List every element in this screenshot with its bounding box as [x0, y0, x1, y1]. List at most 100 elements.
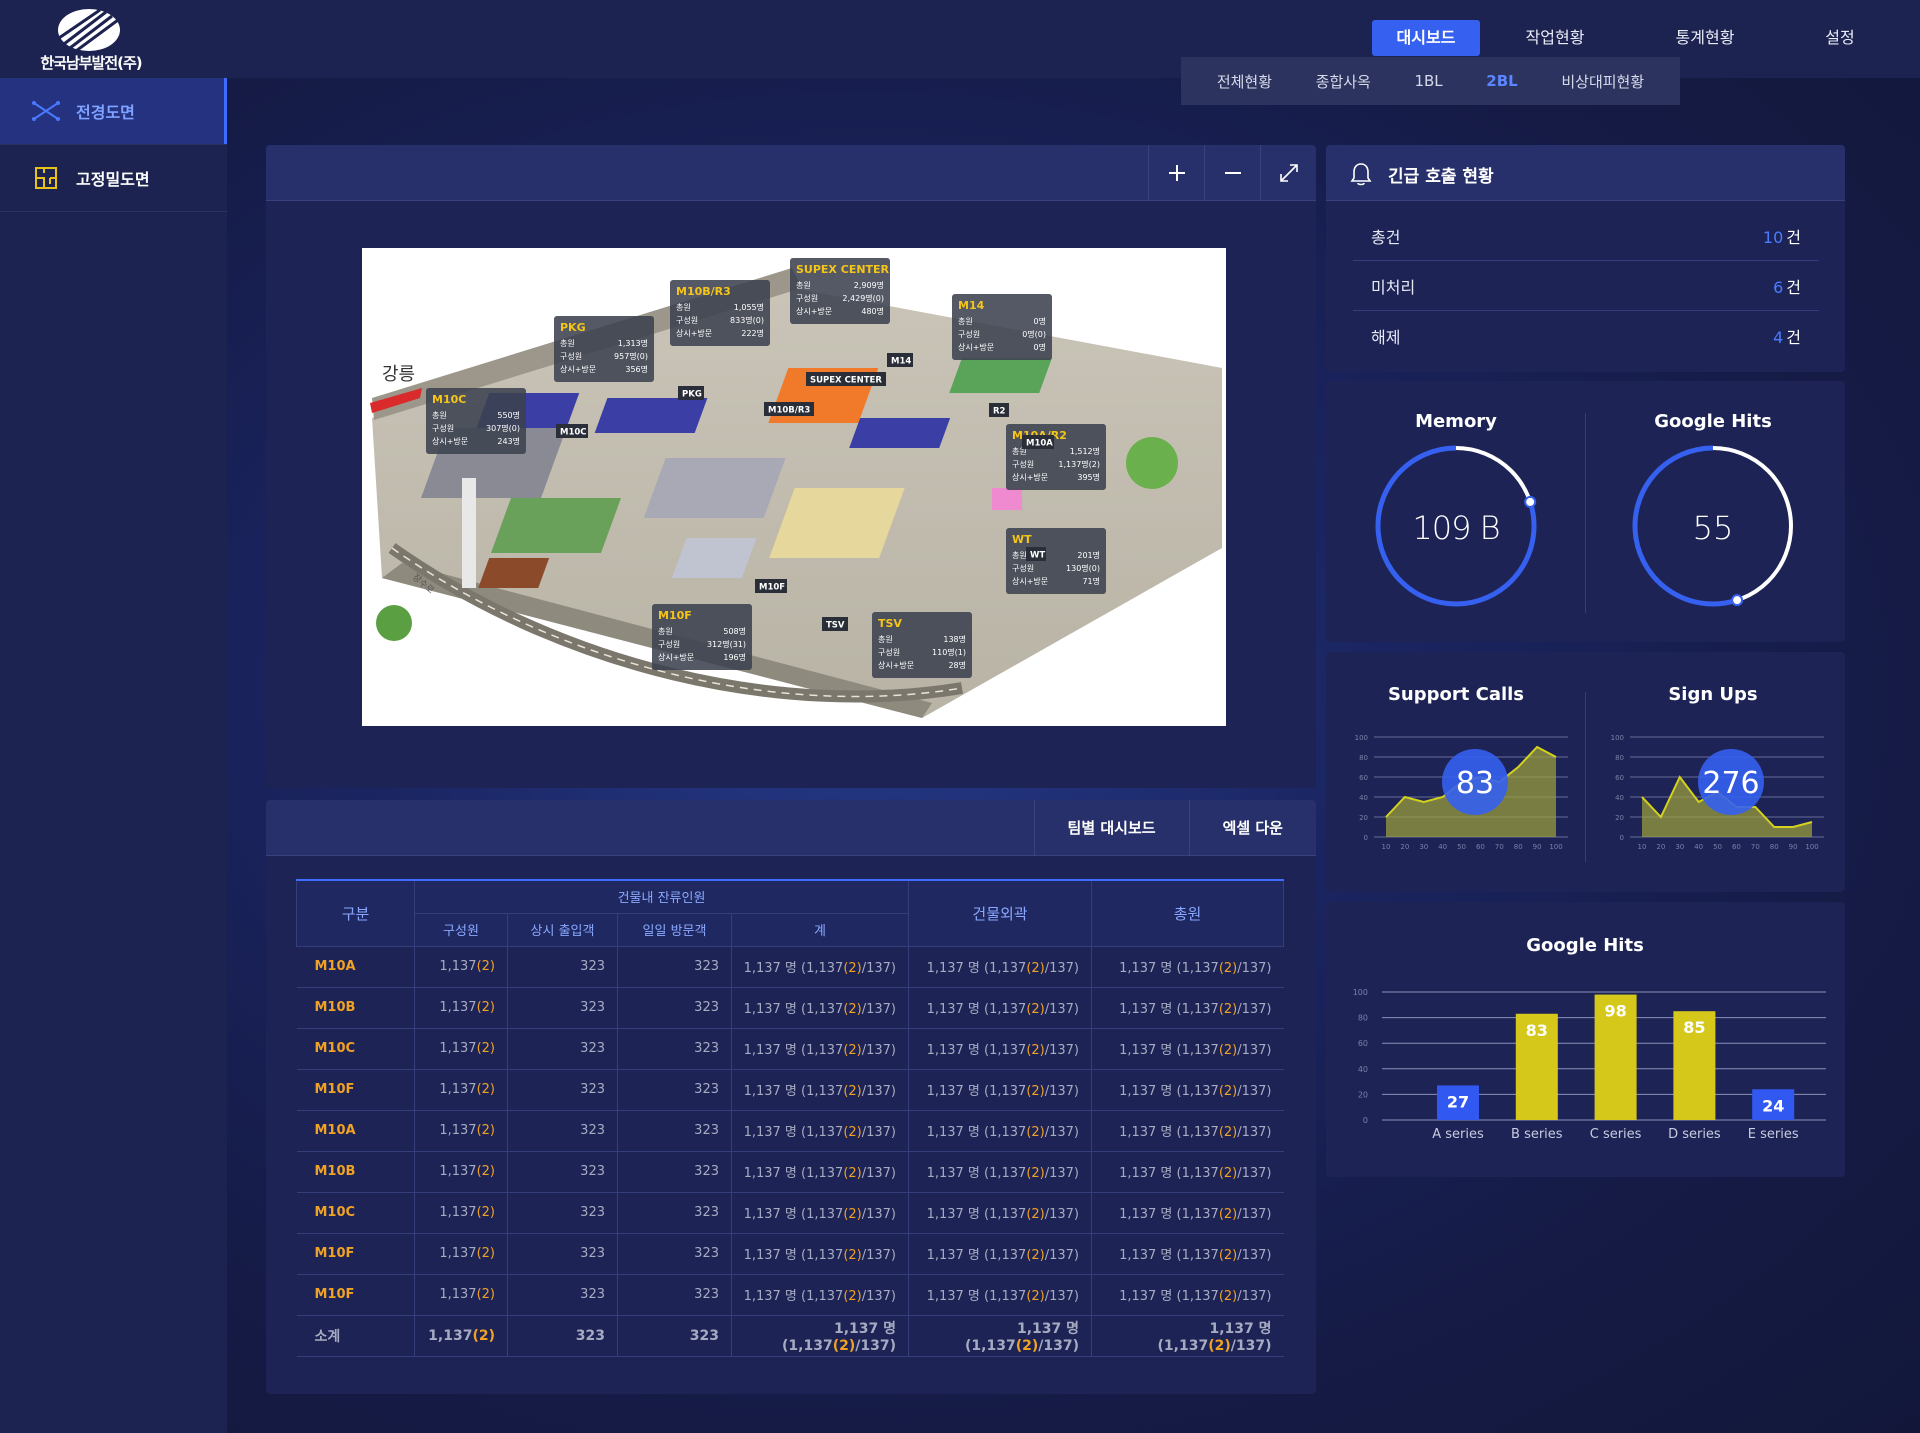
x-tick-label: 20	[1656, 843, 1665, 851]
chart-title: Google Hits	[1526, 935, 1644, 956]
callout-4[interactable]: M14총원 0명구성원 0명(0)상시+방문 0명	[952, 294, 1052, 360]
table-row[interactable]: M10F 1,137(2) 323 323 1,137 명 (1,137(2)/137)…	[296, 1274, 1284, 1316]
building-tag-2[interactable]: M10B/R3	[764, 402, 814, 416]
cell-value: 1,137 명 (1,137	[926, 1207, 1027, 1222]
callout-2[interactable]: M10B/R3 총원 1,055명구성원 833명(0) 상시+방문 222명	[670, 280, 770, 346]
header-group: 건물내 잔류인원	[414, 879, 909, 914]
callout-value: 550명	[497, 410, 520, 420]
callout-label: 상시+방문	[432, 436, 468, 446]
building-tag-8[interactable]: M10F	[755, 579, 787, 593]
table-row[interactable]: M10F 1,137(2) 323 323 1,137 명 (1,137(2)/137)…	[296, 1069, 1284, 1111]
building-tag-9[interactable]: TSV	[822, 617, 848, 631]
callout-6[interactable]: WT총원 201명구성원 130명(0)상시+방문 71명	[1006, 528, 1106, 594]
table-row[interactable]: M10A 1,137(2) 323 323 1,137 명 (1,137(2)/137)…	[296, 946, 1284, 988]
zoom-out-button[interactable]	[1204, 145, 1260, 201]
cell-highlight: (2)	[1026, 1207, 1045, 1222]
building-tag-label: PKG	[682, 390, 702, 400]
cell-total: 1,137 명 (1,137(2)/137)	[1091, 1274, 1284, 1316]
table-row[interactable]: M10F 1,137(2) 323 323 1,137 명 (1,137(2)/137)…	[296, 1233, 1284, 1275]
table-subtotal-row[interactable]: 소계 1,137(2) 323 323 1,137 명 (1,137(2)/137) 1,…	[296, 1315, 1284, 1357]
row-name: 소계	[296, 1315, 415, 1357]
x-tick-label: 10	[1638, 843, 1647, 851]
cell-value: 1,137 명 (1,137	[1119, 1248, 1219, 1263]
cell-highlight: (2)	[1026, 1125, 1045, 1140]
table-row[interactable]: M10A 1,137(2) 323 323 1,137 명 (1,137(2)/137)…	[296, 1110, 1284, 1152]
alert-row-total: 총건 10 건	[1353, 211, 1819, 261]
callout-label: 상시+방문	[878, 660, 914, 670]
excel-download-button[interactable]: 엑셀 다운	[1188, 800, 1316, 856]
y-tick-label: 60	[1359, 774, 1368, 782]
callout-label: 총원	[658, 627, 673, 636]
memory-title: Memory	[1415, 411, 1497, 432]
bar-value-label: 83	[1526, 1021, 1548, 1040]
cell-visitor: 323	[617, 1233, 732, 1275]
brand-logo[interactable]: 한국남부발전(주)	[32, 8, 150, 72]
minus-icon	[1224, 172, 1241, 174]
building-tag-4[interactable]: M14	[887, 353, 913, 367]
cell-tail: /137)	[861, 1166, 896, 1181]
callout-0[interactable]: M10C 총원 550명구성원 307명(0) 상시+방문 243명	[426, 388, 526, 454]
nav-tab-0[interactable]: 대시보드	[1372, 20, 1480, 56]
subnav-tab-1[interactable]: 종합사옥	[1316, 71, 1371, 92]
callout-title: M10F	[658, 609, 692, 622]
callout-title: SUPEX CENTER	[796, 263, 890, 276]
cell-regular: 323	[507, 1233, 618, 1275]
callout-value: 138명	[943, 634, 966, 644]
table-row[interactable]: M10B 1,137(2) 323 323 1,137 명 (1,137(2)/137)…	[296, 1151, 1284, 1193]
building-tag-5[interactable]: R2	[989, 403, 1009, 417]
callout-1[interactable]: PKG 총원 1,313명구성원 957명(0) 상시+방문 356명	[554, 316, 654, 382]
sidebar-item-overview-map[interactable]: 전경도면	[0, 78, 227, 145]
table-row[interactable]: M10B 1,137(2) 323 323 1,137 명 (1,137(2)/137)…	[296, 987, 1284, 1029]
y-tick-label: 40	[1358, 1065, 1368, 1074]
building-tag-label: SUPEX CENTER	[810, 376, 882, 386]
callout-label: 상시+방문	[658, 652, 694, 662]
subnav-tab-2[interactable]: 1BL	[1414, 72, 1442, 90]
cell-total: 1,137 명 (1,137(2)/137)	[1091, 1028, 1284, 1070]
subnav-tab-3[interactable]: 2BL	[1486, 72, 1517, 90]
cell-highlight: (2)	[1218, 1289, 1238, 1304]
nav-tab-1[interactable]: 작업현황	[1480, 20, 1630, 56]
building-tag-0[interactable]: PKG	[678, 386, 704, 400]
x-tick-label: 60	[1476, 843, 1485, 851]
team-dashboard-button[interactable]: 팀별 대시보드	[1033, 800, 1189, 856]
alert-label: 총건	[1371, 227, 1401, 247]
callout-8[interactable]: TSV 총원 138명구성원 110명(1) 상시+방문 28명	[872, 612, 972, 678]
callout-5[interactable]: M10A/R2총원1,512명구성원1,137명(2)상시+방문395명	[1006, 424, 1106, 490]
cell-total: 1,137 명 (1,137(2)/137)	[1091, 1233, 1284, 1275]
x-tick-label: 80	[1514, 843, 1523, 851]
building-tag-6[interactable]: M10A	[1022, 435, 1054, 449]
cell-highlight: (2)	[476, 1246, 495, 1261]
subnav-tab-4[interactable]: 비상대피현황	[1561, 71, 1644, 92]
occupancy-table-panel: 팀별 대시보드 엑셀 다운 구분 건물내 잔류인원 건물외곽 총원 구성원 상시…	[266, 800, 1316, 1394]
nav-tab-3[interactable]: 설정	[1780, 20, 1900, 56]
callout-7[interactable]: M10F 총원 508명구성원 312명(31) 상시+방문 196명	[652, 604, 752, 670]
fullscreen-button[interactable]	[1260, 145, 1316, 201]
subnav-tab-0[interactable]: 전체현황	[1217, 71, 1272, 92]
building-tag-label: M10C	[560, 428, 587, 438]
floorplan-icon	[32, 164, 60, 192]
table-row[interactable]: M10C 1,137(2) 323 323 1,137 명 (1,137(2)/137)…	[296, 1028, 1284, 1070]
header-total: 총원	[1091, 879, 1284, 947]
building-tag-3[interactable]: SUPEX CENTER	[806, 372, 886, 386]
building-tag-1[interactable]: M10C	[556, 424, 588, 438]
cell-visitor: 323	[617, 1028, 732, 1070]
callout-value: 395명	[1077, 472, 1100, 482]
cell-highlight: (2)	[1026, 961, 1045, 976]
sidebar-item-precision-map[interactable]: 고정밀도면	[0, 145, 227, 212]
cell-highlight: (2)	[843, 961, 862, 976]
campus-map[interactable]: 강릉 장수로 M10C 총원 550명 구성원 307명(0) 상시+방문 243명 PKG 총…	[362, 248, 1226, 726]
building-tag-7[interactable]: WT	[1026, 547, 1046, 561]
cell-value: 1,137 명 (1,137	[743, 1289, 844, 1304]
callout-title: M10C	[432, 393, 466, 406]
zoom-in-button[interactable]	[1148, 145, 1204, 201]
row-name: M10F	[296, 1274, 415, 1316]
cell-regular: 323	[507, 1110, 618, 1152]
callout-3[interactable]: SUPEX CENTER 총원 2,909명구성원 2,429명(0) 상시+방문 480…	[790, 258, 890, 324]
cell-regular: 323	[507, 1151, 618, 1193]
emergency-call-title: 긴급 호출 현황	[1388, 167, 1494, 187]
cell-tail: /137)	[861, 1043, 896, 1058]
cell-value: 1,137 명 (1,137	[743, 961, 844, 976]
header-category: 구분	[296, 879, 415, 947]
table-row[interactable]: M10C 1,137(2) 323 323 1,137 명 (1,137(2)/137)…	[296, 1192, 1284, 1234]
nav-tab-2[interactable]: 통계현황	[1630, 20, 1780, 56]
